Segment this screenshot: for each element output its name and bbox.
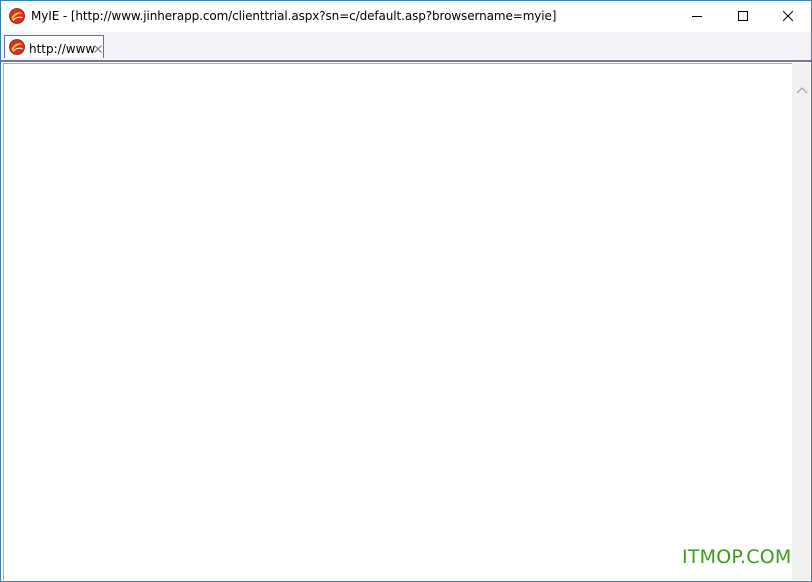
tab-http-www[interactable]: http://www xyxy=(4,35,104,58)
tab-close-icon[interactable] xyxy=(94,38,102,53)
title-bar[interactable]: MyIE - [http://www.jinherapp.com/clientt… xyxy=(1,1,811,31)
window-title: MyIE - [http://www.jinherapp.com/clientt… xyxy=(31,9,557,23)
watermark-text: ITMOP.COM xyxy=(682,546,792,568)
minimize-button[interactable] xyxy=(674,1,720,31)
scroll-up-icon[interactable] xyxy=(796,79,808,94)
vertical-scrollbar[interactable] xyxy=(792,63,810,580)
myie-logo-icon xyxy=(9,8,25,24)
myie-logo-icon xyxy=(9,39,25,55)
tab-label: http://www xyxy=(29,42,96,56)
close-button[interactable] xyxy=(765,1,811,31)
minimize-icon xyxy=(692,16,702,17)
page-content-area[interactable] xyxy=(3,63,792,580)
maximize-button[interactable] xyxy=(720,1,766,31)
close-icon xyxy=(783,11,793,21)
browser-window: MyIE - [http://www.jinherapp.com/clientt… xyxy=(0,0,812,582)
tab-strip: http://www xyxy=(1,32,811,62)
maximize-icon xyxy=(738,11,748,21)
